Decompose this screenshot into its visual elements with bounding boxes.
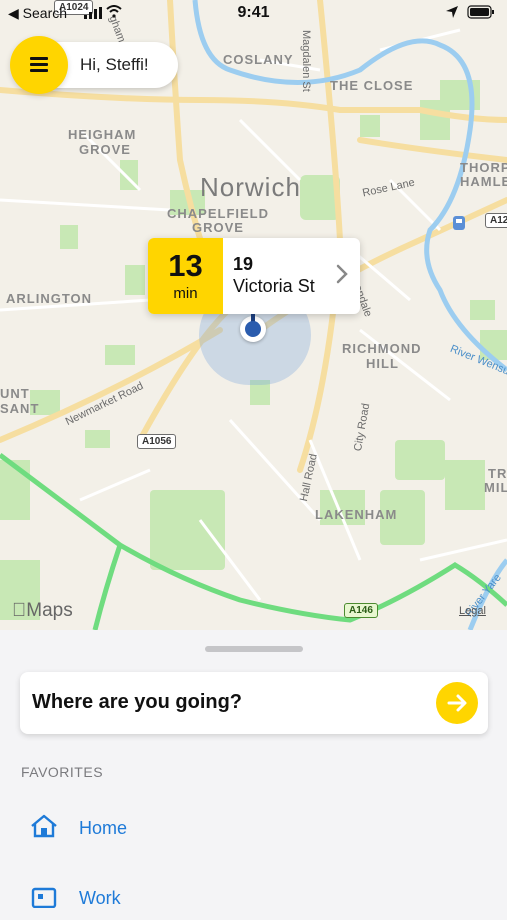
area-label: UNT: [0, 386, 30, 401]
status-icons: [445, 5, 495, 19]
area-label: LAKENHAM: [315, 507, 398, 522]
status-bar: ◀ Search 9:41: [0, 0, 507, 26]
maps-attribution-text: Maps: [12, 600, 72, 621]
street-label: Magdalen St: [300, 30, 312, 92]
battery-icon: [467, 5, 494, 19]
work-icon: [31, 887, 57, 908]
area-label: ARLINGTON: [6, 291, 93, 306]
eta-unit: min: [173, 285, 198, 302]
favorite-label: Home: [79, 818, 128, 838]
area-label: MIL: [484, 480, 507, 495]
area-label: HILL: [366, 356, 399, 371]
apple-logo-icon: : [12, 600, 26, 621]
home-icon: [31, 814, 57, 838]
area-label: RICHMOND: [342, 341, 422, 356]
area-label: COSLANY: [223, 52, 294, 67]
go-button[interactable]: [436, 682, 478, 724]
bottom-sheet: Where are you going? FAVORITES Home Work: [0, 630, 507, 908]
location-pin[interactable]: [240, 312, 266, 342]
maps-attribution: Maps: [12, 600, 73, 622]
pickup-street: Victoria St: [233, 276, 315, 296]
road-shield: A146: [344, 603, 378, 618]
greeting-control[interactable]: Hi, Steffi!: [10, 36, 178, 94]
train-station-icon: [453, 216, 465, 230]
area-label: SANT: [0, 401, 40, 416]
area-label: CHAPELFIELD: [167, 206, 269, 221]
map-view[interactable]: Norwich COSLANY THE CLOSE HEIGHAM GROVE …: [0, 0, 507, 630]
area-label: HAMLET: [460, 174, 507, 189]
road-shield: A1056: [137, 434, 177, 449]
arrow-right-icon: [447, 694, 467, 712]
destination-search[interactable]: Where are you going?: [20, 672, 488, 734]
pin-dot: [245, 321, 261, 337]
sheet-grabber[interactable]: [205, 646, 303, 652]
favorite-item-work[interactable]: Work: [20, 876, 320, 920]
area-label: TR: [488, 466, 507, 481]
pickup-number: 19: [233, 254, 254, 274]
greeting-text: Hi, Steffi!: [80, 55, 149, 74]
area-label: GROVE: [79, 142, 131, 157]
area-label: HEIGHAM: [68, 127, 137, 142]
chevron-right-icon: [336, 264, 348, 284]
favorites-heading: FAVORITES: [21, 764, 104, 780]
wifi-icon: [106, 5, 122, 23]
eta-minutes: 13: [168, 248, 203, 283]
menu-icon: [30, 57, 48, 72]
favorite-item-home[interactable]: Home: [20, 806, 320, 850]
eta-card[interactable]: 13 min 19 Victoria St: [148, 238, 360, 314]
legal-link[interactable]: Legal: [459, 605, 486, 617]
status-time: 9:41: [237, 4, 270, 21]
signal-icon: [84, 6, 102, 24]
location-arrow-icon: [446, 6, 458, 18]
area-label: THE CLOSE: [330, 78, 414, 93]
road-shield: A12: [485, 213, 507, 228]
menu-button[interactable]: [10, 36, 68, 94]
destination-placeholder: Where are you going?: [32, 691, 243, 713]
city-label: Norwich: [200, 172, 301, 202]
area-label: THORPE: [460, 160, 507, 175]
eta-minutes-box: 13 min: [148, 238, 223, 314]
favorite-label: Work: [79, 888, 121, 908]
area-label: GROVE: [192, 220, 244, 235]
